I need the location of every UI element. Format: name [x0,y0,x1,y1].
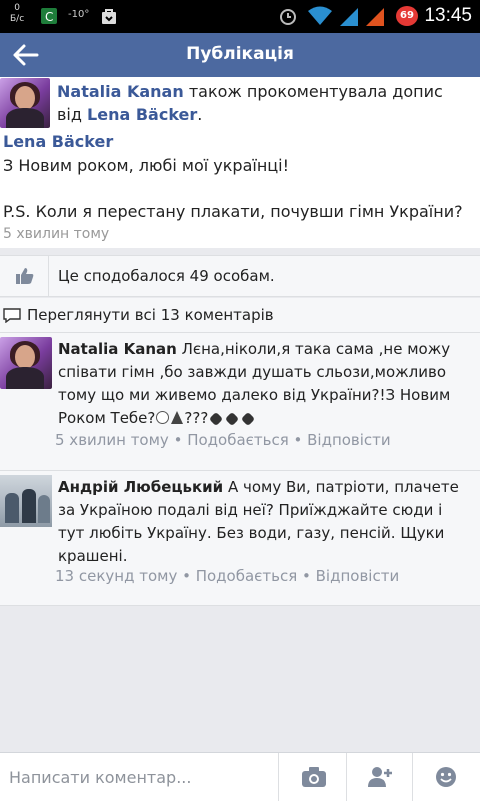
post-card: Natalia Kanan також прокоментувала допис… [0,77,480,248]
comment-timestamp: 13 секунд тому [55,567,178,585]
network-speed: 0 Б/с [10,3,25,24]
view-all-comments-row[interactable]: Переглянути всі 13 коментарів [0,298,480,333]
comment-meta: 13 секунд тому • Подобається • Відповіст… [55,567,400,585]
comment-like-link[interactable]: Подобається [187,431,289,449]
post-text: З Новим роком, любі мої українці! P.S. К… [3,156,463,221]
santa-emoji-icon [156,411,170,424]
like-button[interactable] [0,256,49,296]
notification-target-link[interactable]: Lena Bäcker [87,105,197,124]
comment-body: Андрій Любецький А чому Ви, патріоти, пл… [58,476,473,568]
comment-reply-link[interactable]: Відповісти [316,567,400,585]
compose-bar [0,752,480,801]
heart-emoji-icon [225,411,240,427]
notification-actor-link[interactable]: Natalia Kanan [57,82,184,101]
svg-text:C: C [45,10,53,24]
tag-friends-button[interactable] [346,753,413,801]
comment-meta: 5 хвилин тому • Подобається • Відповісти [55,431,391,449]
heart-emoji-icon [209,411,224,427]
clock-text: 13:45 [424,5,472,26]
shopping-bag-icon [102,9,116,24]
temperature-text: -10° [68,9,90,20]
post-author-link[interactable]: Lena Bäcker [3,132,113,151]
comment-bubble-icon [3,308,21,323]
wifi-icon [308,6,332,25]
comment-avatar[interactable] [0,337,52,389]
camera-button[interactable] [278,753,347,801]
comment-reply-link[interactable]: Відповісти [307,431,391,449]
status-bar: 0 Б/с C -10° 69 13:45 [0,0,480,33]
alarm-icon [280,9,296,25]
add-person-icon [368,767,392,787]
smiley-icon [436,767,456,787]
christmas-tree-emoji-icon [171,411,184,424]
camera-icon [302,767,326,787]
post-timestamp[interactable]: 5 хвилин тому [3,226,109,242]
top-nav-bar: Публікація [0,33,480,77]
comment-avatar[interactable] [0,475,52,527]
likes-count-text[interactable]: Це сподобалося 49 особам. [58,267,275,285]
signal-icon-sim1 [340,8,358,26]
signal-icon-sim2 [366,8,384,26]
comment-timestamp: 5 хвилин тому [55,431,169,449]
page-title: Публікація [186,44,294,64]
comment-like-link[interactable]: Подобається [196,567,298,585]
comment-input[interactable] [0,753,278,801]
comment-item: Андрій Любецький А чому Ви, патріоти, пл… [0,471,480,606]
likes-bar: Це сподобалося 49 особам. [0,255,480,297]
comment-author-link[interactable]: Natalia Kanan [58,340,177,358]
notification-line: Natalia Kanan також прокоментувала допис… [57,82,443,124]
battery-icon: 69 [396,6,418,26]
thumbs-up-icon [16,268,34,284]
emoji-button[interactable] [412,753,480,801]
comment-body: Natalia Kanan Лєна,ніколи,я така сама ,н… [58,340,451,427]
avatar[interactable] [0,78,50,128]
comment-author-link[interactable]: Андрій Любецький [58,478,223,496]
heart-emoji-icon [241,411,256,427]
comment-item: Natalia Kanan Лєна,ніколи,я така сама ,н… [0,333,480,471]
view-all-comments-link[interactable]: Переглянути всі 13 коментарів [27,306,274,324]
app-notification-icon: C [41,8,57,24]
